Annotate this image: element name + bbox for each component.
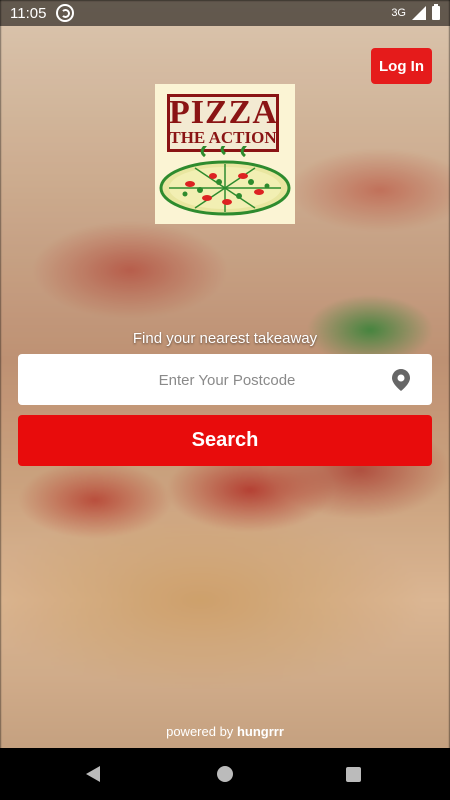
- battery-icon: [432, 4, 440, 20]
- back-icon[interactable]: [86, 766, 100, 782]
- logo-line2: THE ACTION: [169, 128, 277, 147]
- pizza-icon: [159, 146, 291, 216]
- signal-icon: [412, 6, 426, 20]
- search-prompt: Find your nearest takeaway: [132, 330, 318, 347]
- network-type: 3G: [391, 7, 406, 19]
- postcode-field[interactable]: [18, 354, 436, 407]
- powered-brand: hungrrr: [236, 724, 284, 739]
- powered-by: powered by hungrrr: [0, 724, 450, 739]
- recent-apps-icon[interactable]: [346, 767, 361, 782]
- postcode-input[interactable]: [18, 354, 436, 407]
- logo-line1: PIZZA: [169, 94, 278, 131]
- login-button[interactable]: Log In: [371, 48, 432, 84]
- location-pin-icon[interactable]: [392, 369, 410, 391]
- navigation-bar: [0, 748, 450, 800]
- search-button[interactable]: Search: [18, 415, 432, 466]
- powered-prefix: powered by: [166, 724, 234, 739]
- notification-icon: [56, 4, 75, 22]
- home-icon[interactable]: [217, 766, 233, 782]
- status-bar: 11:05 3G: [0, 0, 450, 26]
- status-time: 11:05: [10, 4, 47, 22]
- restaurant-logo: PIZZA THE ACTION: [155, 84, 295, 224]
